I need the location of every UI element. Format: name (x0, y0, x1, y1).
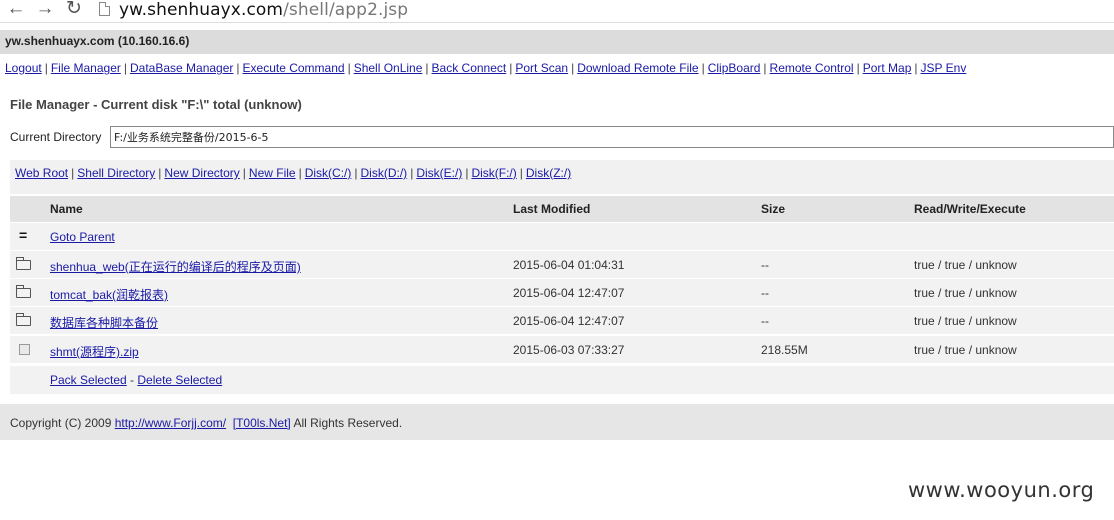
column-header-size: Size (761, 202, 786, 216)
column-header-rwx: Read/Write/Execute (914, 202, 1026, 216)
size-cell: -- (761, 258, 769, 272)
menu-separator: | (701, 61, 705, 75)
menu-item-remote-control[interactable]: Remote Control (770, 61, 854, 75)
quick-link-separator: | (298, 166, 302, 180)
forward-arrow-icon[interactable]: → (34, 0, 56, 20)
t00ls-link[interactable]: [T00ls.Net] (233, 416, 291, 430)
quick-link-separator: | (158, 166, 162, 180)
menu-item-clipboard[interactable]: ClipBoard (708, 61, 761, 75)
back-arrow-icon[interactable]: ← (5, 0, 27, 20)
column-header-last-modified: Last Modified (513, 202, 591, 216)
reload-icon[interactable]: ↻ (63, 0, 85, 20)
menu-separator: | (44, 61, 48, 75)
table-row-parent: = Goto Parent (10, 222, 1114, 250)
menu-item-back-connect[interactable]: Back Connect (432, 61, 507, 75)
delete-selected-link[interactable]: Delete Selected (137, 373, 222, 387)
watermark: www.wooyun.org (908, 478, 1095, 502)
permissions-cell: true / true / unknow (914, 314, 1017, 328)
menu-separator: | (856, 61, 860, 75)
menu-separator: | (763, 61, 767, 75)
menu-item-port-map[interactable]: Port Map (863, 61, 912, 75)
table-row: tomcat_bak(润乾报表) 2015-06-04 12:47:07 -- tru… (10, 278, 1114, 306)
actions-separator: - (126, 373, 138, 387)
quick-link-web-root[interactable]: Web Root (15, 166, 68, 180)
quick-link-disk-f[interactable]: Disk(F:/) (471, 166, 516, 180)
quick-links-bar: Web Root | Shell Directory | New Directory | N… (10, 160, 1114, 194)
file-name-link[interactable]: shenhua_web(正在运行的编译后的程序及页面) (50, 258, 301, 275)
quick-link-separator: | (242, 166, 246, 180)
quick-link-separator: | (71, 166, 75, 180)
forjj-link[interactable]: http://www.Forjj.com/ (115, 416, 226, 430)
menu-separator: | (509, 61, 513, 75)
footer: Copyright (C) 2009 http://www.Forjj.com/… (0, 404, 1114, 440)
current-directory-label: Current Directory (10, 130, 102, 144)
menu-separator: | (123, 61, 127, 75)
copyright-suffix: All Rights Reserved. (290, 416, 403, 430)
last-modified-cell: 2015-06-04 12:47:07 (513, 314, 625, 328)
quick-link-separator: | (465, 166, 469, 180)
menu-item-jsp-env[interactable]: JSP Env (921, 61, 967, 75)
menu-item-file-manager[interactable]: File Manager (51, 61, 121, 75)
menu-separator: | (236, 61, 240, 75)
table-row: 数据库各种脚本备份 2015-06-04 12:47:07 -- true / tru… (10, 306, 1114, 334)
menu-item-port-scan[interactable]: Port Scan (515, 61, 568, 75)
table-row: shenhua_web(正在运行的编译后的程序及页面) 2015-06-04 01… (10, 250, 1114, 278)
url-host: yw.shenhuayx.com (119, 0, 284, 20)
size-cell: -- (761, 314, 769, 328)
main-menu: Logout | File Manager | DataBase Manager | Exe… (5, 61, 966, 75)
quick-link-shell-directory[interactable]: Shell Directory (77, 166, 155, 180)
last-modified-cell: 2015-06-04 12:47:07 (513, 286, 625, 300)
page-title: File Manager - Current disk "F:\" total … (10, 97, 302, 112)
host-info: yw.shenhuayx.com (10.160.16.6) (0, 30, 1114, 54)
quick-link-disk-e[interactable]: Disk(E:/) (416, 166, 462, 180)
menu-item-download-remote-file[interactable]: Download Remote File (577, 61, 698, 75)
size-cell: -- (761, 286, 769, 300)
table-row: shmt(源程序).zip 2015-06-03 07:33:27 218.55M t… (10, 335, 1114, 363)
column-header-name: Name (50, 202, 83, 216)
size-cell: 218.55M (761, 343, 808, 357)
permissions-cell: true / true / unknow (914, 258, 1017, 272)
address-bar[interactable]: yw.shenhuayx.com/shell/app2.jsp (119, 0, 408, 20)
last-modified-cell: 2015-06-03 07:33:27 (513, 343, 625, 357)
permissions-cell: true / true / unknow (914, 286, 1017, 300)
current-directory-input[interactable] (110, 126, 1114, 148)
page-icon (99, 2, 110, 16)
url-path: /shell/app2.jsp (283, 0, 409, 20)
quick-link-new-directory[interactable]: New Directory (164, 166, 239, 180)
file-name-link[interactable]: shmt(源程序).zip (50, 343, 139, 360)
file-name-link[interactable]: 数据库各种脚本备份 (50, 314, 158, 331)
menu-item-database-manager[interactable]: DataBase Manager (130, 61, 233, 75)
menu-item-logout[interactable]: Logout (5, 61, 42, 75)
last-modified-cell: 2015-06-04 01:04:31 (513, 258, 625, 272)
pack-selected-link[interactable]: Pack Selected (50, 373, 127, 387)
quick-link-disk-d[interactable]: Disk(D:/) (361, 166, 408, 180)
menu-item-execute-command[interactable]: Execute Command (243, 61, 345, 75)
quick-link-new-file[interactable]: New File (249, 166, 296, 180)
file-name-link[interactable]: tomcat_bak(润乾报表) (50, 286, 168, 303)
quick-links: Web Root | Shell Directory | New Directory | N… (15, 166, 571, 180)
menu-separator: | (347, 61, 351, 75)
browser-toolbar: ← → ↻ yw.shenhuayx.com/shell/app2.jsp (0, 0, 1114, 23)
selection-actions: Pack Selected - Delete Selected (10, 366, 1114, 394)
copyright-prefix: Copyright (C) 2009 (10, 416, 115, 430)
quick-link-disk-z[interactable]: Disk(Z:/) (526, 166, 571, 180)
quick-link-disk-c[interactable]: Disk(C:/) (305, 166, 352, 180)
goto-parent-link[interactable]: Goto Parent (50, 230, 115, 244)
quick-link-separator: | (410, 166, 414, 180)
quick-link-separator: | (519, 166, 523, 180)
file-table-header: Name Last Modified Size Read/Write/Execu… (10, 196, 1114, 222)
menu-item-shell-online[interactable]: Shell OnLine (354, 61, 423, 75)
permissions-cell: true / true / unknow (914, 343, 1017, 357)
menu-separator: | (571, 61, 575, 75)
menu-separator: | (425, 61, 429, 75)
menu-separator: | (914, 61, 918, 75)
quick-link-separator: | (354, 166, 358, 180)
